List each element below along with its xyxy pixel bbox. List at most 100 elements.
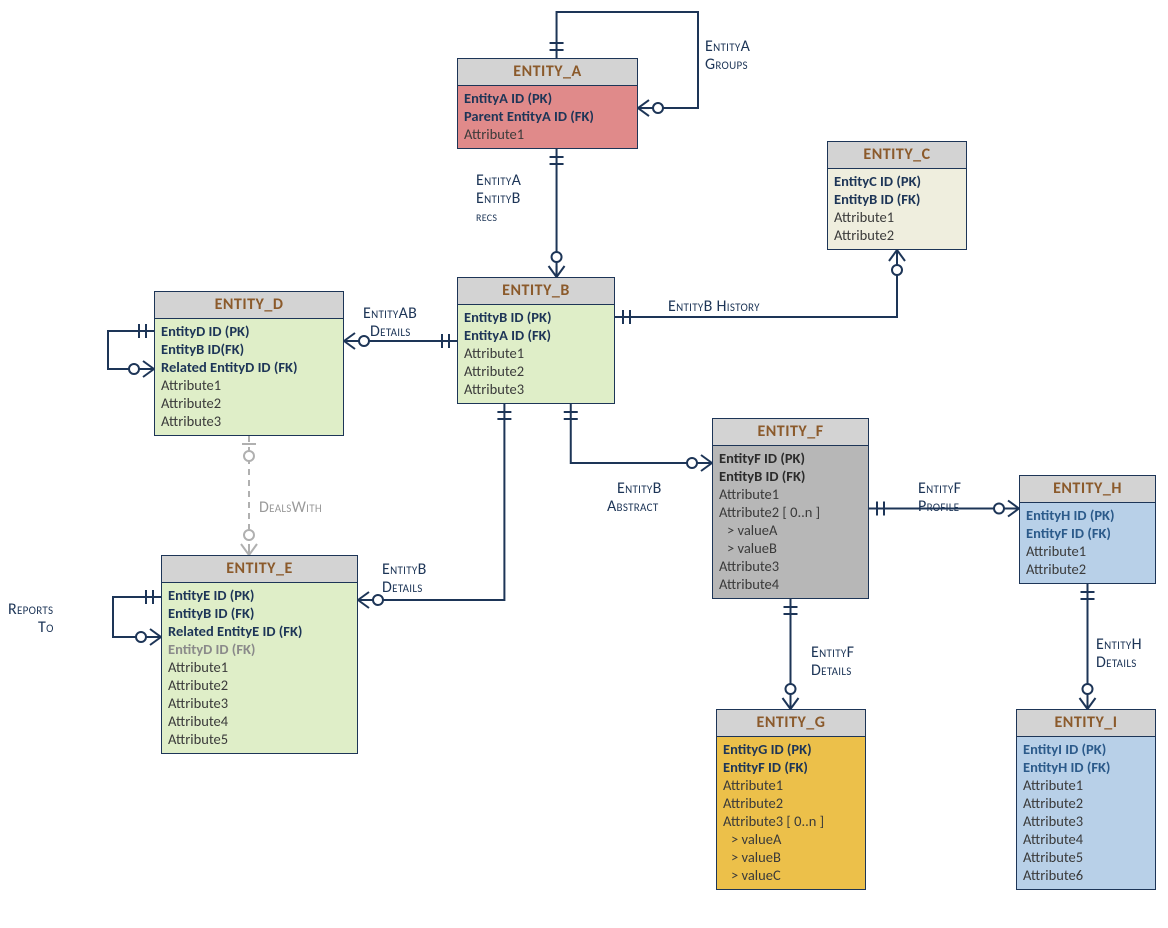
label-h-details-1: EntityH	[1096, 636, 1142, 654]
entity-row: EntityB ID (FK)	[834, 190, 960, 208]
entity-title: ENTITY_G	[717, 710, 865, 737]
entity-row: EntityB ID (PK)	[464, 308, 608, 326]
label-b-abstract-1: EntityB	[617, 480, 662, 498]
entity-entity-d: ENTITY_DEntityD ID (PK)EntityB ID(FK)Rel…	[154, 291, 344, 436]
entity-row: EntityC ID (PK)	[834, 172, 960, 190]
entity-row: EntityB ID(FK)	[161, 340, 337, 358]
entity-row: Attribute3	[161, 412, 337, 430]
entity-title: ENTITY_H	[1020, 476, 1155, 503]
entity-row: Attribute1	[161, 376, 337, 394]
entity-row: EntityA ID (PK)	[464, 89, 631, 107]
entity-row: Attribute1	[719, 485, 862, 503]
entity-entity-b: ENTITY_BEntityB ID (PK)EntityA ID (FK)At…	[457, 277, 615, 404]
entity-title: ENTITY_A	[458, 59, 637, 86]
entity-row: Attribute2	[464, 362, 608, 380]
label-dealswith: DealsWith	[259, 499, 322, 517]
entity-row: Attribute1	[464, 344, 608, 362]
entity-body: EntityE ID (PK)EntityB ID (FK)Related En…	[162, 583, 357, 753]
entity-entity-i: ENTITY_IEntityI ID (PK)EntityH ID (FK)At…	[1016, 709, 1156, 890]
entity-entity-e: ENTITY_EEntityE ID (PK)EntityB ID (FK)Re…	[161, 555, 358, 754]
entity-row: Attribute4	[719, 575, 862, 593]
entity-row: EntityB ID (FK)	[168, 604, 351, 622]
entity-row: Attribute3	[464, 380, 608, 398]
entity-row: Attribute3 [ 0..n ]	[723, 812, 859, 830]
entity-row: Attribute1	[168, 658, 351, 676]
label-b-abstract-2: Abstract	[607, 498, 659, 516]
label-ab-recs-1: EntityA	[476, 172, 521, 190]
entity-row: EntityH ID (PK)	[1026, 506, 1149, 524]
entity-row: Attribute5	[1023, 848, 1149, 866]
entity-body: EntityD ID (PK)EntityB ID(FK)Related Ent…	[155, 319, 343, 435]
label-f-profile-1: EntityF	[918, 480, 961, 498]
entity-title: ENTITY_C	[828, 142, 966, 169]
entity-row: EntityE ID (PK)	[168, 586, 351, 604]
entity-title: ENTITY_D	[155, 292, 343, 319]
entity-row: Attribute2	[834, 226, 960, 244]
label-b-details-2: Details	[382, 579, 423, 597]
entity-row: EntityF ID (PK)	[719, 449, 862, 467]
entity-row: > valueC	[723, 866, 859, 884]
entity-row: Attribute1	[1026, 542, 1149, 560]
entity-row: EntityI ID (PK)	[1023, 740, 1149, 758]
entity-row: > valueA	[719, 521, 862, 539]
entity-row: Attribute1	[723, 776, 859, 794]
entity-entity-a: ENTITY_AEntityA ID (PK)Parent EntityA ID…	[457, 58, 638, 149]
entity-row: Attribute2	[1023, 794, 1149, 812]
entity-row: Attribute2	[1026, 560, 1149, 578]
entity-row: Attribute1	[834, 208, 960, 226]
entity-title: ENTITY_I	[1017, 710, 1155, 737]
label-ab-recs-2: EntityB	[476, 190, 521, 208]
entity-title: ENTITY_F	[713, 419, 868, 446]
entity-row: Attribute1	[1023, 776, 1149, 794]
entity-row: Attribute2	[723, 794, 859, 812]
entity-row: EntityB ID (FK)	[719, 467, 862, 485]
entity-row: Attribute2 [ 0..n ]	[719, 503, 862, 521]
label-ab-details-1: EntityAB	[363, 305, 417, 323]
entity-row: Attribute4	[168, 712, 351, 730]
entity-entity-c: ENTITY_CEntityC ID (PK)EntityB ID (FK)At…	[827, 141, 967, 250]
label-b-details-1: EntityB	[382, 561, 427, 579]
label-h-details-2: Details	[1096, 654, 1137, 672]
label-ab-details-2: Details	[370, 323, 411, 341]
entity-title: ENTITY_B	[458, 278, 614, 305]
label-entitya-groups-2: Groups	[705, 56, 748, 74]
entity-row: Related EntityD ID (FK)	[161, 358, 337, 376]
entity-body: EntityB ID (PK)EntityA ID (FK)Attribute1…	[458, 305, 614, 403]
entity-row: > valueA	[723, 830, 859, 848]
entity-row: Attribute1	[464, 125, 631, 143]
entity-row: Attribute5	[168, 730, 351, 748]
entity-row: Attribute2	[161, 394, 337, 412]
entity-row: > valueB	[723, 848, 859, 866]
label-f-details-1: EntityF	[811, 644, 854, 662]
entity-row: > valueB	[719, 539, 862, 557]
label-f-details-2: Details	[811, 662, 852, 680]
label-f-profile-2: Profile	[918, 498, 959, 516]
label-ab-recs-3: recs	[476, 208, 497, 226]
entity-row: EntityD ID (PK)	[161, 322, 337, 340]
entity-body: EntityC ID (PK)EntityB ID (FK)Attribute1…	[828, 169, 966, 249]
entity-row: EntityA ID (FK)	[464, 326, 608, 344]
entity-row: Attribute3	[719, 557, 862, 575]
entity-row: Attribute3	[1023, 812, 1149, 830]
entity-row: EntityD ID (FK)	[168, 640, 351, 658]
entity-body: EntityI ID (PK)EntityH ID (FK)Attribute1…	[1017, 737, 1155, 889]
entity-body: EntityG ID (PK)EntityF ID (FK)Attribute1…	[717, 737, 865, 889]
entity-row: Parent EntityA ID (FK)	[464, 107, 631, 125]
entity-row: EntityF ID (FK)	[1026, 524, 1149, 542]
entity-entity-f: ENTITY_FEntityF ID (PK)EntityB ID (FK)At…	[712, 418, 869, 599]
entity-row: Attribute6	[1023, 866, 1149, 884]
entity-row: EntityG ID (PK)	[723, 740, 859, 758]
entity-row: Attribute3	[168, 694, 351, 712]
entity-body: EntityA ID (PK)Parent EntityA ID (FK)Att…	[458, 86, 637, 148]
entity-row: EntityF ID (FK)	[723, 758, 859, 776]
label-reports-1: Reports	[8, 601, 53, 619]
label-reports-2: To	[38, 619, 54, 637]
entity-row: Related EntityE ID (FK)	[168, 622, 351, 640]
entity-row: Attribute4	[1023, 830, 1149, 848]
entity-body: EntityF ID (PK)EntityB ID (FK)Attribute1…	[713, 446, 868, 598]
entity-body: EntityH ID (PK)EntityF ID (FK)Attribute1…	[1020, 503, 1155, 583]
entity-title: ENTITY_E	[162, 556, 357, 583]
entity-row: EntityH ID (FK)	[1023, 758, 1149, 776]
entity-row: Attribute2	[168, 676, 351, 694]
entity-entity-g: ENTITY_GEntityG ID (PK)EntityF ID (FK)At…	[716, 709, 866, 890]
